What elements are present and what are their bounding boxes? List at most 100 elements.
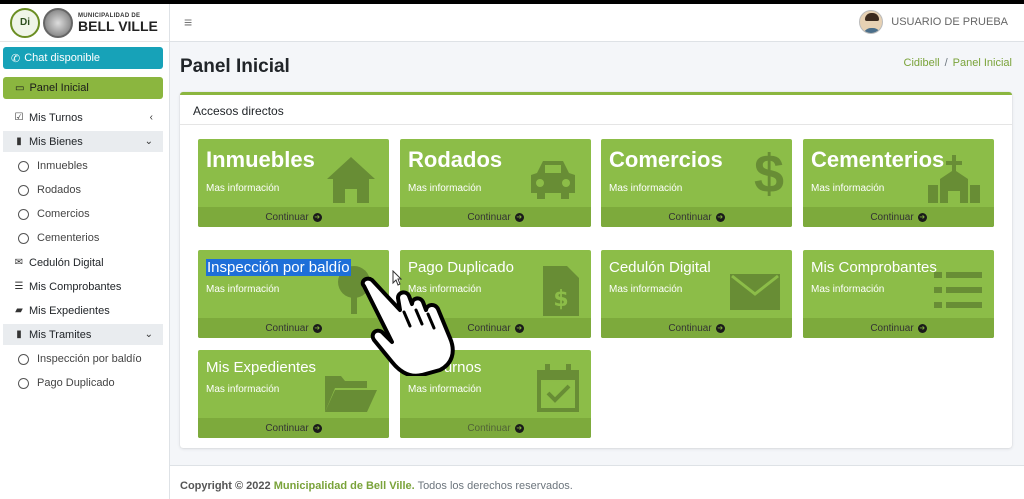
car-icon <box>531 161 575 199</box>
municipal-seal-logo <box>43 7 73 38</box>
list-icon <box>934 272 982 308</box>
sidebar-item-mis-turnos[interactable]: ☑ Mis Turnos ‹ <box>3 107 163 128</box>
page-title: Panel Inicial <box>180 56 290 77</box>
tile-title: Rodados <box>408 147 503 172</box>
sidebar-item-mis-bienes[interactable]: ▮ Mis Bienes ⌄ <box>3 131 163 152</box>
arrow-circle-right-icon: ➜ <box>514 423 524 433</box>
tile-inmuebles[interactable]: Inmuebles Mas información Continuar ➜ <box>198 139 389 227</box>
brand[interactable]: Di MUNICIPALIDAD DE BELL VILLE <box>0 4 169 42</box>
list-icon: ☰ <box>14 281 24 292</box>
app-window: Di MUNICIPALIDAD DE BELL VILLE ✆ Chat di… <box>0 4 1024 499</box>
sidebar: Di MUNICIPALIDAD DE BELL VILLE ✆ Chat di… <box>0 4 170 499</box>
panel-label: Panel Inicial <box>29 82 89 94</box>
card-title: Accesos directos <box>180 95 1012 125</box>
sidebar-item-inmuebles[interactable]: Inmuebles <box>18 157 88 175</box>
tile-subtitle: Mas información <box>206 183 280 194</box>
sidebar-item-mis-tramites[interactable]: ▮ Mis Tramites ⌄ <box>3 324 163 345</box>
tile-continue-link[interactable]: Continuar ➜ <box>198 207 389 227</box>
tile-comercios[interactable]: Comercios Mas información $ Continuar ➜ <box>601 139 792 227</box>
chat-button[interactable]: ✆ Chat disponible <box>3 47 163 69</box>
pointing-hand-icon <box>360 276 455 376</box>
tile-footer-label: Continuar <box>265 422 309 434</box>
sidebar-item-mis-comprobantes[interactable]: ☰ Mis Comprobantes <box>3 276 163 297</box>
tile-cedulon-digital[interactable]: Cedulón Digital Mas información Continua… <box>601 250 792 338</box>
tile-footer-label: Continuar <box>265 322 309 334</box>
arrow-circle-right-icon: ➜ <box>715 323 725 333</box>
arrow-circle-right-icon: ➜ <box>514 323 524 333</box>
dollar-icon: $ <box>753 144 784 204</box>
tile-footer-label: Continuar <box>870 211 914 223</box>
trash-icon: ▮ <box>16 329 22 340</box>
tile-continue-link[interactable]: Continuar ➜ <box>400 207 591 227</box>
breadcrumb: Cidibell / Panel Inicial <box>904 57 1012 69</box>
selected-text: Inspección por baldío <box>206 259 351 276</box>
arrow-circle-right-icon: ➜ <box>312 323 322 333</box>
tile-continue-link[interactable]: Continuar ➜ <box>803 318 994 338</box>
tile-footer-label: Continuar <box>467 422 511 434</box>
tile-subtitle: Mas información <box>609 284 683 295</box>
circle-icon <box>18 232 29 244</box>
sidebar-item-rodados[interactable]: Rodados <box>18 181 81 199</box>
sidebar-item-mis-expedientes[interactable]: ▰ Mis Expedientes <box>3 300 163 321</box>
svg-text:$: $ <box>553 287 568 312</box>
sidebar-item-pago-duplicado[interactable]: Pago Duplicado <box>18 374 115 392</box>
tile-continue-link[interactable]: Continuar ➜ <box>198 418 389 438</box>
sidebar-item-cementerios[interactable]: Cementerios <box>18 229 99 247</box>
brand-big-text: BELL VILLE <box>78 17 158 34</box>
tile-continue-link[interactable]: Continuar ➜ <box>803 207 994 227</box>
tile-subtitle: Mas información <box>206 284 280 295</box>
chevron-down-icon: ⌄ <box>144 329 153 340</box>
whatsapp-icon: ✆ <box>11 52 21 65</box>
circle-icon <box>18 377 29 389</box>
calendar-check-icon <box>537 364 579 412</box>
sidebar-item-inspeccion-baldio[interactable]: Inspección por baldío <box>18 350 142 368</box>
breadcrumb-home-link[interactable]: Cidibell <box>904 57 940 69</box>
sidebar-label: Mis Comprobantes <box>29 280 122 293</box>
mouse-pointer-icon <box>392 270 402 286</box>
chevron-down-icon: ⌄ <box>144 136 153 147</box>
sidebar-label: Mis Turnos <box>29 111 83 124</box>
tile-title: Mis Comprobantes <box>811 259 937 276</box>
chevron-left-icon: ‹ <box>149 112 153 123</box>
top-navbar: ≡ USUARIO DE PRUEBA <box>170 4 1024 42</box>
tile-footer-label: Continuar <box>265 211 309 223</box>
tile-cementerios[interactable]: Cementerios Mas información Continuar ➜ <box>803 139 994 227</box>
tile-rodados[interactable]: Rodados Mas información Continuar ➜ <box>400 139 591 227</box>
breadcrumb-current: Panel Inicial <box>952 57 1012 69</box>
sidebar-label: Mis Tramites <box>29 328 92 341</box>
tile-subtitle: Mas información <box>609 183 683 194</box>
tile-title: Inmuebles <box>206 147 315 172</box>
envelope-icon <box>730 274 780 310</box>
circle-icon <box>18 184 29 196</box>
page-footer: Copyright © 2022 Municipalidad de Bell V… <box>170 465 1024 499</box>
sidebar-item-comercios[interactable]: Comercios <box>18 205 90 223</box>
copyright-text: Copyright © 2022 <box>180 480 271 492</box>
arrow-circle-right-icon: ➜ <box>917 212 927 222</box>
chalkboard-icon: ▭ <box>15 82 25 94</box>
tile-subtitle: Mas información <box>206 384 280 395</box>
tile-footer-label: Continuar <box>668 322 712 334</box>
sidebar-label: Inspección por baldío <box>37 353 142 365</box>
tile-footer-label: Continuar <box>467 322 511 334</box>
envelope-icon: ✉ <box>14 257 24 268</box>
folder-open-icon: ▰ <box>15 305 23 316</box>
tile-footer-label: Continuar <box>467 211 511 223</box>
cidibell-logo: Di <box>10 7 40 38</box>
tile-subtitle: Mas información <box>811 284 885 295</box>
tile-title: Cementerios <box>811 147 945 172</box>
tile-mis-comprobantes[interactable]: Mis Comprobantes Mas información Continu… <box>803 250 994 338</box>
sidebar-label: Rodados <box>37 184 82 196</box>
tile-continue-link[interactable]: Continuar ➜ <box>400 418 591 438</box>
user-name: USUARIO DE PRUEBA <box>891 16 1008 28</box>
chat-label: Chat disponible <box>24 52 101 64</box>
hamburger-menu-icon[interactable]: ≡ <box>184 14 192 30</box>
tile-continue-link[interactable]: Continuar ➜ <box>601 207 792 227</box>
sidebar-item-cedulon-digital[interactable]: ✉ Cedulón Digital <box>3 252 163 273</box>
footer-brand-link[interactable]: Municipalidad de Bell Ville. <box>274 480 415 492</box>
breadcrumb-separator: / <box>944 57 948 69</box>
folder-open-icon <box>325 376 377 412</box>
sidebar-item-panel-inicial[interactable]: ▭ Panel Inicial <box>3 77 163 99</box>
circle-icon <box>18 208 29 220</box>
user-menu[interactable]: USUARIO DE PRUEBA <box>859 10 1008 34</box>
tile-continue-link[interactable]: Continuar ➜ <box>601 318 792 338</box>
